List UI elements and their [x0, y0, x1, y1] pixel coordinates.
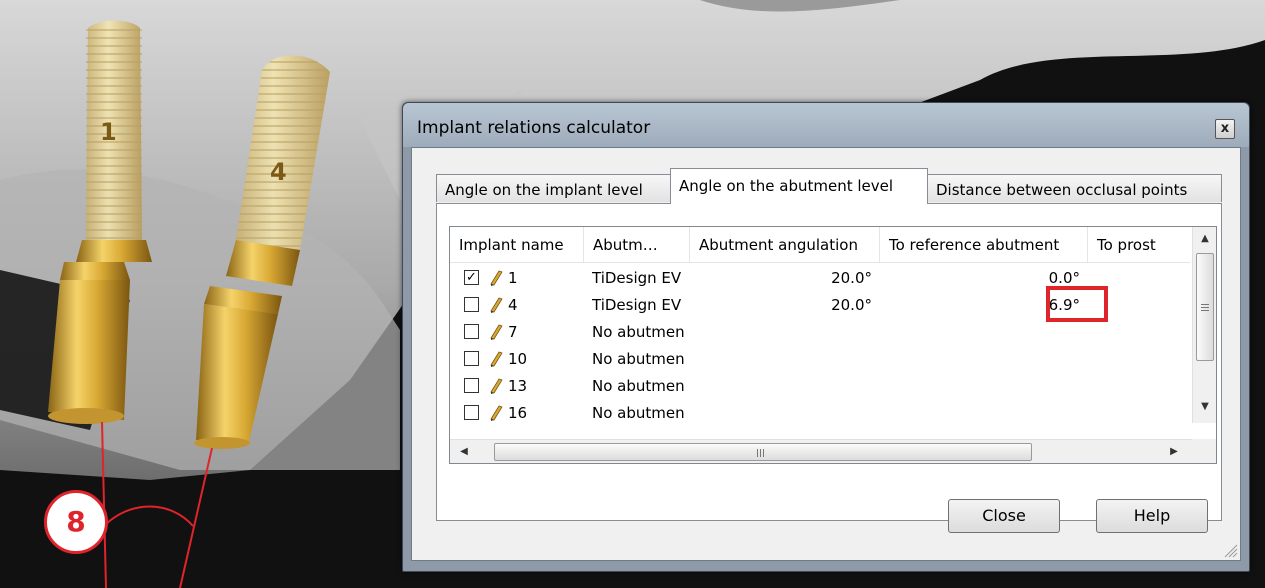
pen-icon — [490, 405, 503, 421]
close-button[interactable]: Close — [948, 499, 1060, 533]
abutment-name: TiDesign EV — [592, 269, 682, 287]
pen-icon — [490, 297, 503, 313]
scroll-corner — [1192, 439, 1216, 463]
abutment-name: No abutmen — [592, 377, 685, 395]
horizontal-scrollbar[interactable]: ◀ ▶ — [450, 439, 1194, 463]
implant-name: 4 — [508, 296, 518, 314]
pen-icon — [490, 351, 503, 367]
pen-icon — [490, 324, 503, 340]
table-row[interactable]: 16 No abutmen — [450, 400, 1190, 423]
to-reference-abutment: 0.0° — [1048, 269, 1080, 287]
abutment-name: No abutmen — [592, 350, 685, 368]
table-row[interactable]: 13 No abutmen — [450, 373, 1190, 400]
resize-grip-icon[interactable] — [1222, 542, 1238, 558]
scroll-down-icon[interactable]: ▼ — [1196, 397, 1214, 417]
tab-panel: Implant name Abutm… Abutment angulation … — [436, 203, 1222, 521]
implant-name: 13 — [508, 377, 528, 395]
dialog-title: Implant relations calculator — [417, 118, 651, 138]
scroll-left-icon[interactable]: ◀ — [454, 442, 474, 462]
implant-table: Implant name Abutm… Abutment angulation … — [449, 226, 1217, 464]
row-checkbox[interactable] — [464, 351, 479, 366]
abutment-name: No abutmen — [592, 323, 685, 341]
implant-name: 1 — [508, 269, 518, 287]
implant-name: 10 — [508, 350, 528, 368]
row-checkbox[interactable] — [464, 324, 479, 339]
row-checkbox[interactable] — [464, 378, 479, 393]
table-row[interactable]: 10 No abutmen — [450, 346, 1190, 373]
row-checkbox[interactable] — [464, 297, 479, 312]
horizontal-scroll-thumb[interactable] — [494, 443, 1032, 461]
help-button[interactable]: Help — [1096, 499, 1208, 533]
column-abutment-angulation[interactable]: Abutment angulation — [690, 227, 880, 263]
highlight-box — [1046, 286, 1108, 322]
abutment-name: No abutmen — [592, 404, 685, 422]
implant-1-label: 1 — [100, 118, 117, 146]
vertical-scrollbar[interactable]: ▲ ▼ — [1192, 227, 1216, 423]
abutment-name: TiDesign EV — [592, 296, 682, 314]
column-implant-name[interactable]: Implant name — [450, 227, 584, 263]
implant-name: 7 — [508, 323, 518, 341]
vertical-scroll-thumb[interactable] — [1196, 253, 1214, 361]
table-row[interactable]: 7 No abutmen — [450, 319, 1190, 346]
abutment-angulation: 20.0° — [831, 296, 872, 314]
pen-icon — [490, 270, 503, 286]
annotation-badge: 8 — [44, 490, 108, 554]
row-checkbox[interactable] — [464, 405, 479, 420]
column-to-reference-abutment[interactable]: To reference abutment — [880, 227, 1088, 263]
column-abutment[interactable]: Abutm… — [584, 227, 690, 263]
tab-distance-occlusal-points[interactable]: Distance between occlusal points — [927, 174, 1222, 202]
tab-angle-abutment-level[interactable]: Angle on the abutment level — [670, 168, 928, 204]
scroll-up-icon[interactable]: ▲ — [1196, 229, 1214, 249]
row-checkbox[interactable]: ✓ — [464, 270, 479, 285]
dialog-client-area: Angle on the implant level Angle on the … — [411, 147, 1241, 561]
pen-icon — [490, 378, 503, 394]
implant-relations-dialog: Implant relations calculator x Angle on … — [402, 102, 1250, 572]
column-to-prosthesis[interactable]: To prost — [1088, 227, 1190, 263]
abutment-angulation: 20.0° — [831, 269, 872, 287]
tab-angle-implant-level[interactable]: Angle on the implant level — [436, 174, 671, 202]
dialog-titlebar[interactable]: Implant relations calculator x — [403, 103, 1249, 147]
scroll-right-icon[interactable]: ▶ — [1164, 442, 1184, 462]
implant-name: 16 — [508, 404, 528, 422]
table-header: Implant name Abutm… Abutment angulation … — [450, 227, 1190, 263]
implant-4-label: 4 — [270, 158, 287, 186]
close-icon[interactable]: x — [1215, 119, 1235, 139]
